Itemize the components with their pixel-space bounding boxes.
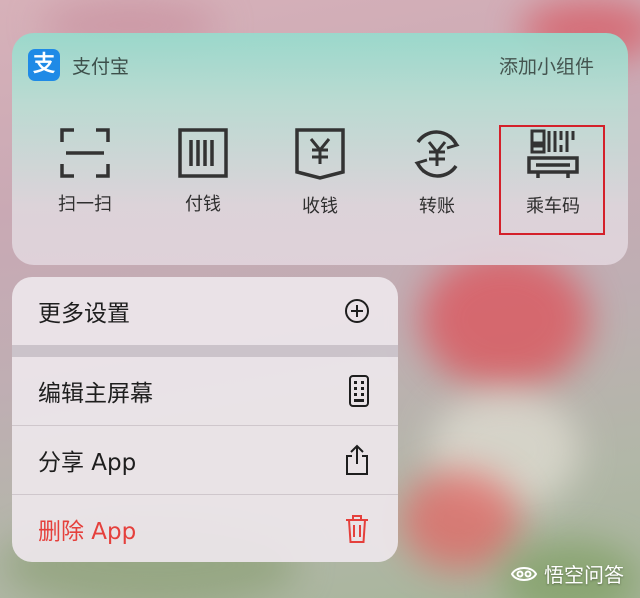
menu-item-delete-app[interactable]: 删除 App bbox=[12, 495, 398, 562]
alipay-widget: 支 支付宝 添加小组件 扫一扫 付钱 收钱 转账 乘车码 bbox=[12, 33, 628, 265]
widget-header: 支 支付宝 添加小组件 bbox=[28, 49, 594, 81]
menu-item-edit-home-screen[interactable]: 编辑主屏幕 bbox=[12, 357, 398, 425]
add-widget-button[interactable]: 添加小组件 bbox=[499, 52, 594, 79]
menu-item-label: 删除 App bbox=[38, 518, 137, 545]
quick-actions-menu: 更多设置 编辑主屏幕 分享 App 删除 App bbox=[12, 277, 398, 562]
action-transfer[interactable]: 转账 bbox=[382, 128, 492, 218]
quick-actions: 扫一扫 付钱 收钱 转账 乘车码 bbox=[12, 125, 628, 235]
highlight-annotation-box bbox=[499, 125, 605, 235]
menu-item-label: 分享 App bbox=[38, 450, 137, 476]
alipay-app-icon[interactable]: 支 bbox=[28, 49, 60, 81]
transfer-icon bbox=[414, 130, 460, 178]
wukong-logo-icon bbox=[510, 566, 538, 581]
blurred-app-icon bbox=[400, 470, 520, 570]
phone-grid-icon bbox=[348, 375, 370, 407]
watermark: 悟空问答 bbox=[510, 559, 624, 588]
scan-icon bbox=[60, 128, 110, 178]
menu-item-more-settings[interactable]: 更多设置 bbox=[12, 277, 398, 345]
trash-icon bbox=[344, 514, 370, 544]
action-receive[interactable]: 收钱 bbox=[265, 128, 375, 218]
barcode-icon bbox=[178, 128, 228, 178]
action-label: 转账 bbox=[419, 196, 455, 217]
watermark-text: 悟空问答 bbox=[544, 563, 624, 587]
menu-item-share-app[interactable]: 分享 App bbox=[12, 426, 398, 494]
plus-circle-icon bbox=[344, 298, 370, 324]
blurred-app-icon bbox=[420, 250, 590, 390]
app-name: 支付宝 bbox=[72, 55, 130, 78]
menu-item-label: 更多设置 bbox=[38, 301, 130, 327]
menu-section-divider bbox=[12, 345, 398, 357]
action-label: 收钱 bbox=[302, 196, 338, 217]
action-pay[interactable]: 付钱 bbox=[148, 128, 258, 216]
action-label: 扫一扫 bbox=[58, 194, 112, 215]
receive-money-icon bbox=[295, 128, 345, 180]
action-label: 付钱 bbox=[185, 194, 221, 215]
share-icon bbox=[344, 444, 370, 476]
alipay-logo-glyph: 支 bbox=[32, 52, 55, 77]
action-scan[interactable]: 扫一扫 bbox=[30, 128, 140, 216]
menu-item-label: 编辑主屏幕 bbox=[38, 381, 153, 407]
